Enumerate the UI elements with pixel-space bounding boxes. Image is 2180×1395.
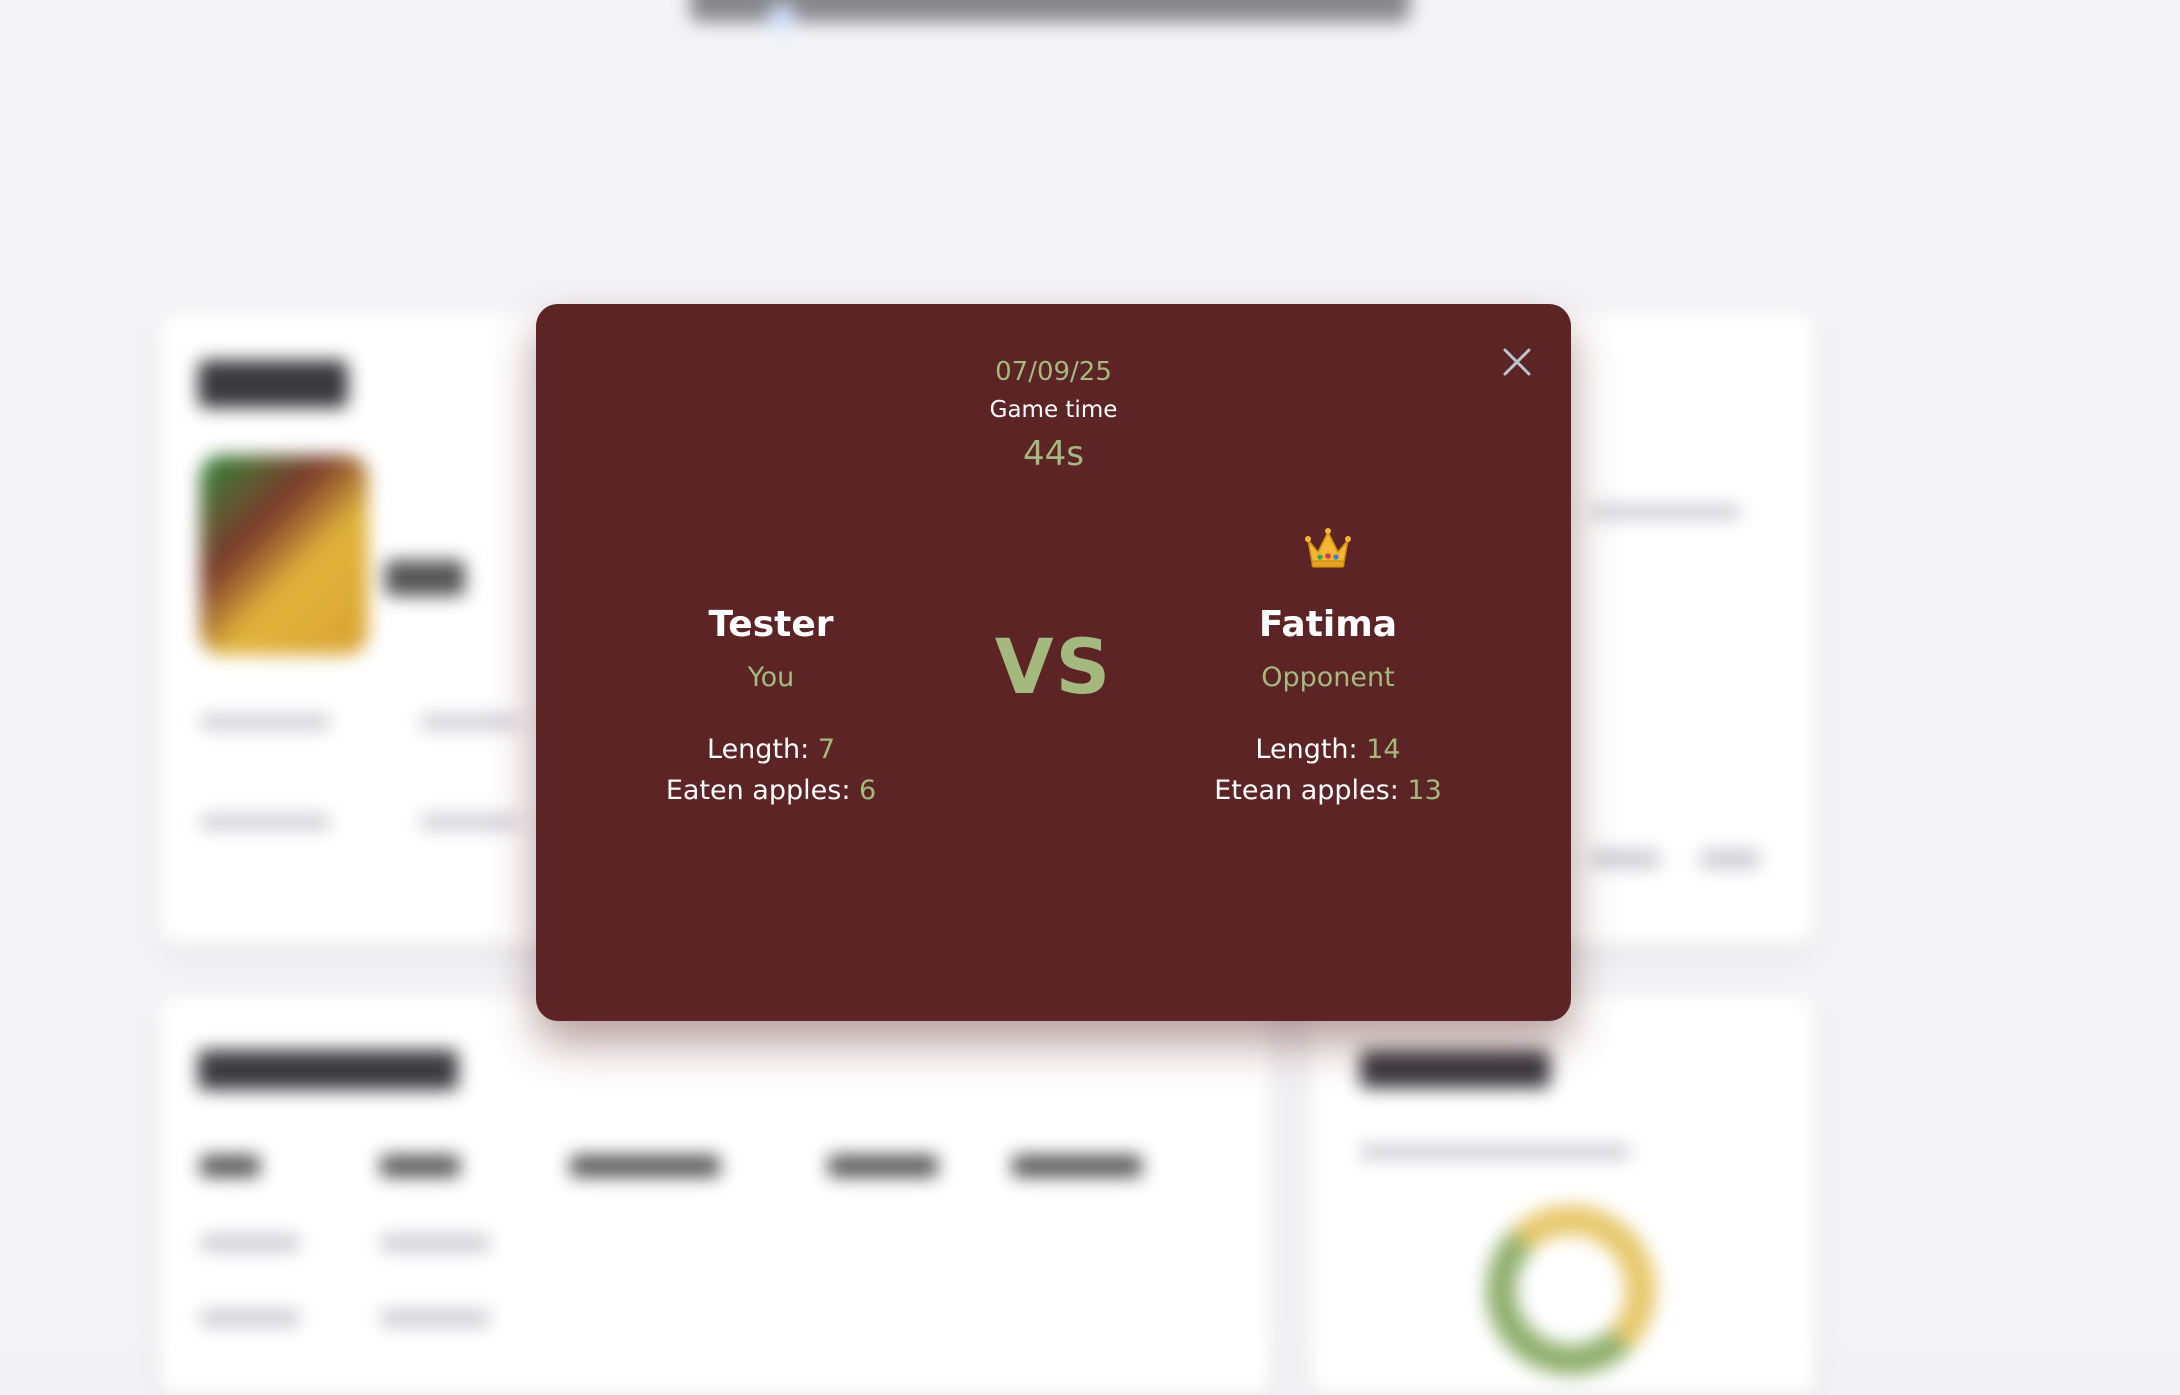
player-name: Fatima	[1258, 604, 1398, 645]
length-value: 14	[1366, 734, 1401, 765]
player-apples: Etean apples: 13	[1128, 775, 1528, 806]
player-apples: Eaten apples: 6	[571, 775, 971, 806]
player-role: Opponent	[1261, 662, 1395, 693]
modal-overlay: 07/09/25 Game time 44s VS Tester You Len…	[0, 0, 2180, 1348]
player-card-you: Tester You Length: 7 Eaten apples: 6	[571, 304, 971, 1021]
player-role: You	[747, 662, 795, 693]
length-value: 7	[817, 734, 835, 765]
apples-value: 6	[859, 775, 877, 806]
match-result-modal: 07/09/25 Game time 44s VS Tester You Len…	[536, 304, 1571, 1021]
player-card-opponent: Fatima Opponent Length: 14 Etean apples:…	[1128, 304, 1528, 1021]
length-label: Length:	[1255, 734, 1367, 765]
length-label: Length:	[707, 734, 818, 765]
crown-icon	[1128, 526, 1528, 580]
apples-value: 13	[1407, 775, 1442, 806]
player-name: Tester	[708, 604, 834, 645]
player-length: Length: 7	[571, 734, 971, 765]
apples-label: Etean apples:	[1214, 775, 1408, 806]
player-length: Length: 14	[1128, 734, 1528, 765]
apples-label: Eaten apples:	[665, 775, 859, 806]
